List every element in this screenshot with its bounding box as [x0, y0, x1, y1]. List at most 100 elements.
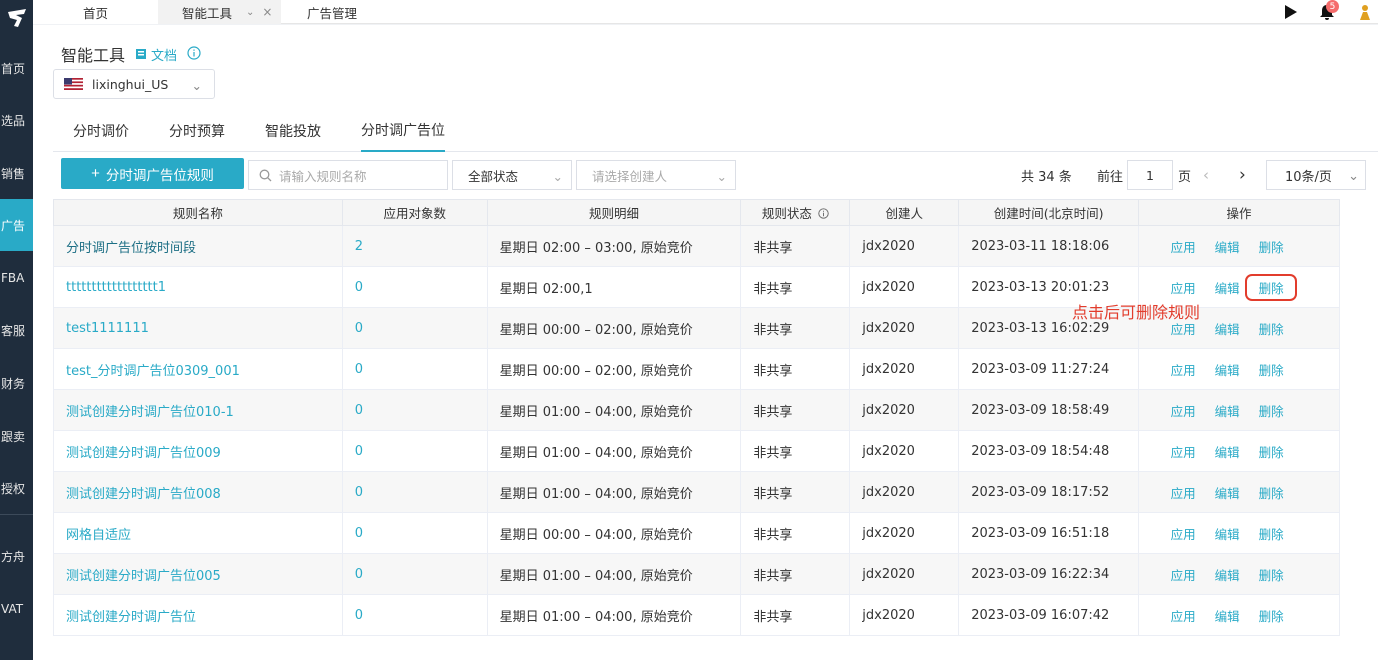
sidebar-item-fba[interactable]: FBA	[0, 252, 33, 304]
tab-ad-management[interactable]: 广告管理	[281, 0, 401, 24]
rule-name-link[interactable]: 测试创建分时调广告位009	[53, 430, 343, 472]
subtab-time-budget[interactable]: 分时预算	[169, 109, 225, 152]
rule-name-link[interactable]: test_分时调广告位0309_001	[53, 348, 343, 390]
apply-button[interactable]: 应用	[1161, 565, 1205, 584]
edit-button[interactable]: 编辑	[1205, 319, 1249, 338]
rule-name-link[interactable]: test1111111	[53, 307, 343, 349]
prev-page-icon[interactable]: ‹	[1203, 160, 1209, 190]
edit-button[interactable]: 编辑	[1205, 278, 1249, 297]
subtab-time-bid[interactable]: 分时调价	[73, 109, 129, 152]
sidebar-item-service[interactable]: 客服	[0, 304, 33, 356]
target-count-link[interactable]: 0	[341, 430, 488, 472]
target-count-link[interactable]: 0	[341, 553, 488, 595]
sidebar-item-vat[interactable]: VAT	[0, 583, 33, 635]
delete-button[interactable]: 删除	[1249, 442, 1293, 461]
edit-button[interactable]: 编辑	[1205, 524, 1249, 543]
sidebar-item-finance[interactable]: 财务	[0, 357, 33, 409]
apply-button[interactable]: 应用	[1161, 237, 1205, 256]
apply-button[interactable]: 应用	[1161, 483, 1205, 502]
apply-button[interactable]: 应用	[1161, 606, 1205, 625]
page-number-input[interactable]: 1	[1127, 160, 1173, 190]
delete-button[interactable]: 删除	[1249, 237, 1293, 256]
target-count-link[interactable]: 0	[341, 594, 488, 636]
edit-button[interactable]: 编辑	[1205, 442, 1249, 461]
delete-annotation: 点击后可删除规则	[1072, 303, 1201, 322]
rule-name-link[interactable]: 网格自适应	[53, 512, 343, 554]
rule-status: 非共享	[740, 512, 851, 554]
table-header-row: 规则名称 应用对象数 规则明细 规则状态 创建人 创建时间(北京时间) 操作	[53, 199, 1340, 226]
info-icon[interactable]	[818, 208, 829, 219]
delete-button[interactable]: 删除	[1249, 360, 1293, 379]
page-size-select[interactable]: 10条/页 ⌄	[1266, 160, 1366, 190]
edit-button[interactable]: 编辑	[1205, 360, 1249, 379]
target-count-link[interactable]: 2	[341, 225, 488, 267]
edit-button[interactable]: 编辑	[1205, 237, 1249, 256]
target-count-link[interactable]: 0	[341, 266, 488, 308]
edit-button[interactable]: 编辑	[1205, 483, 1249, 502]
create-rule-button[interactable]: + 分时调广告位规则	[61, 158, 244, 189]
delete-button[interactable]: 删除	[1249, 565, 1293, 584]
chevron-down-icon[interactable]: ⌄	[246, 7, 254, 18]
top-icons: 5	[1282, 0, 1378, 24]
rule-status: 非共享	[740, 594, 851, 636]
target-count-link[interactable]: 0	[341, 307, 488, 349]
sidebar-item-selection[interactable]: 选品	[0, 94, 33, 146]
info-icon[interactable]	[187, 45, 201, 64]
edit-button[interactable]: 编辑	[1205, 401, 1249, 420]
subtab-smart-delivery[interactable]: 智能投放	[265, 109, 321, 152]
apply-button[interactable]: 应用	[1161, 360, 1205, 379]
sidebar-item-home[interactable]: 首页	[0, 42, 33, 94]
logo-icon[interactable]	[0, 0, 33, 36]
row-operations: 应用 编辑 删除	[1138, 430, 1340, 472]
edit-button[interactable]: 编辑	[1205, 606, 1249, 625]
table-row: 测试创建分时调广告位008 0 星期日 01:00 – 04:00, 原始竞价 非共享…	[53, 471, 1340, 513]
target-count-link[interactable]: 0	[341, 512, 488, 554]
doc-link[interactable]: 文档	[135, 45, 177, 64]
delete-button[interactable]: 删除	[1249, 606, 1293, 625]
subtab-time-placement[interactable]: 分时调广告位	[361, 109, 445, 152]
sidebar-item-follow[interactable]: 跟卖	[0, 410, 33, 462]
rule-name-link[interactable]: 测试创建分时调广告位008	[53, 471, 343, 513]
target-count-link[interactable]: 0	[341, 389, 488, 431]
close-icon[interactable]: ×	[262, 5, 272, 19]
header-created-time: 创建时间(北京时间)	[958, 199, 1140, 226]
search-input[interactable]: 请输入规则名称	[248, 160, 448, 190]
creator-select[interactable]: 请选择创建人 ⌄	[576, 160, 736, 190]
delete-button[interactable]: 删除	[1249, 319, 1293, 338]
target-count-link[interactable]: 0	[341, 471, 488, 513]
rule-detail: 星期日 01:00 – 04:00, 原始竞价	[486, 430, 742, 472]
next-page-icon[interactable]: ›	[1239, 160, 1246, 190]
bell-icon[interactable]: 5	[1318, 0, 1339, 21]
apply-button[interactable]: 应用	[1161, 442, 1205, 461]
apply-button[interactable]: 应用	[1161, 524, 1205, 543]
tab-home[interactable]: 首页	[33, 0, 158, 24]
rule-name-link[interactable]: 测试创建分时调广告位	[53, 594, 343, 636]
rule-created-time: 2023-03-09 18:17:52	[958, 471, 1140, 513]
avatar[interactable]	[1356, 3, 1374, 21]
apply-button[interactable]: 应用	[1161, 278, 1205, 297]
sidebar-item-auth[interactable]: 授权	[0, 462, 33, 514]
table-row: 测试创建分时调广告位005 0 星期日 01:00 – 04:00, 原始竞价 非共享…	[53, 553, 1340, 595]
sidebar-item-ads[interactable]: 广告	[0, 199, 33, 251]
search-icon	[259, 169, 272, 181]
apply-button[interactable]: 应用	[1161, 401, 1205, 420]
rule-name-link[interactable]: 测试创建分时调广告位010-1	[53, 389, 343, 431]
tab-smart-tools[interactable]: 智能工具 ⌄ ×	[158, 0, 281, 24]
edit-button[interactable]: 编辑	[1205, 565, 1249, 584]
delete-button[interactable]: 删除	[1245, 273, 1298, 301]
status-select[interactable]: 全部状态 ⌄	[452, 160, 572, 190]
rule-name-link[interactable]: tttttttttttttttttt1	[53, 266, 343, 308]
sidebar-item-sales[interactable]: 销售	[0, 147, 33, 199]
play-icon[interactable]	[1282, 4, 1298, 20]
rule-name-link[interactable]: 测试创建分时调广告位005	[53, 553, 343, 595]
delete-button[interactable]: 删除	[1249, 524, 1293, 543]
rule-name-link[interactable]: 分时调广告位按时间段	[53, 225, 343, 267]
table-fixed-column-gap	[1340, 199, 1378, 639]
rule-creator: jdx2020	[849, 348, 960, 390]
account-select[interactable]: lixinghui_US ⌄	[53, 69, 215, 99]
delete-button[interactable]: 删除	[1249, 401, 1293, 420]
doc-link-label: 文档	[151, 48, 178, 64]
delete-button[interactable]: 删除	[1249, 483, 1293, 502]
target-count-link[interactable]: 0	[341, 348, 488, 390]
sidebar-item-ark[interactable]: 方舟	[0, 530, 33, 582]
